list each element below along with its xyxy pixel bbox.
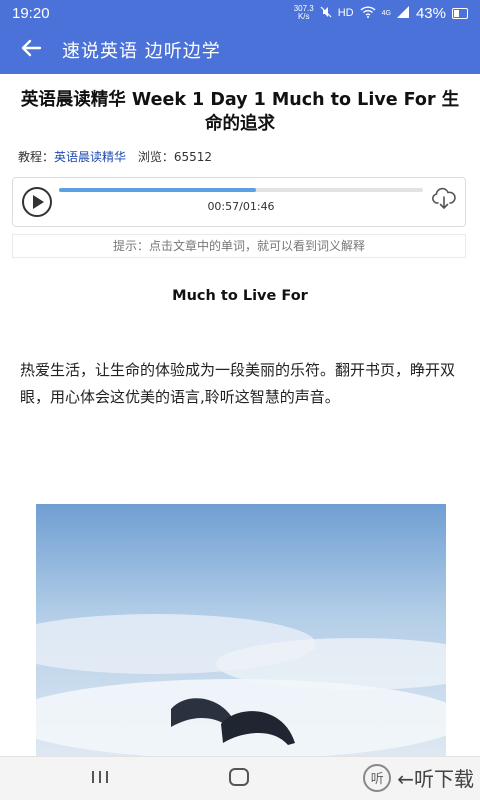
watermark: 听 ←听下载 [363,763,474,792]
hd-label: HD [337,7,354,19]
download-button[interactable] [431,186,457,212]
watermark-text: ←听下载 [397,767,474,791]
play-button[interactable] [22,187,52,217]
back-button[interactable] [0,26,62,74]
section-heading: Much to Live For [172,288,308,304]
network-type-label: 4G [381,9,391,17]
article-meta: 教程：英语晨读精华 浏览：65512 [18,148,212,165]
status-time: 19:20 [12,4,50,22]
article-image-dolphins [36,504,446,760]
recents-button[interactable] [88,767,112,787]
network-speed: 307.3 K/s [294,5,314,21]
audio-current-time: 00:57 [207,200,240,213]
system-nav-bar: 听 ←听下载 [0,756,480,800]
mute-icon [320,6,332,21]
watermark-logo: 听 [363,763,392,792]
audio-time: 00:57/01:46 [59,200,423,213]
wifi-icon [360,5,376,21]
hint-bar: 提示：点击文章中的单词，就可以看到词义解释 [12,234,466,258]
recents-icon [88,771,112,791]
status-icons: 307.3 K/s HD 4G 43% [294,5,468,22]
views-count: 65512 [173,150,213,164]
audio-total-time: 01:46 [242,200,275,213]
app-bar: 速说英语 边听边学 [0,26,480,74]
cloud-download-icon [431,187,457,216]
views-label: 浏览： [137,150,174,164]
app-title: 速说英语 边听边学 [62,41,221,62]
status-bar: 19:20 307.3 K/s HD 4G 43% [0,0,480,26]
course-label: 教程： [18,150,55,164]
audio-player: 00:57/01:46 [12,177,466,227]
battery-icon [452,7,468,19]
battery-percent: 43% [415,4,446,22]
course-link[interactable]: 英语晨读精华 [54,150,126,164]
audio-progress-bar[interactable] [59,188,423,192]
network-speed-unit: K/s [297,12,310,21]
signal-icon [396,5,410,21]
back-arrow-icon [20,39,42,61]
article-title: 英语晨读精华 Week 1 Day 1 Much to Live For 生命的… [20,90,460,134]
audio-progress-fill [59,188,256,192]
home-button[interactable] [229,768,249,786]
article-paragraph[interactable]: 热爱生活，让生命的体验成为一段美丽的乐符。翻开书页，睁开双眼，用心体会这优美的语… [20,357,460,411]
